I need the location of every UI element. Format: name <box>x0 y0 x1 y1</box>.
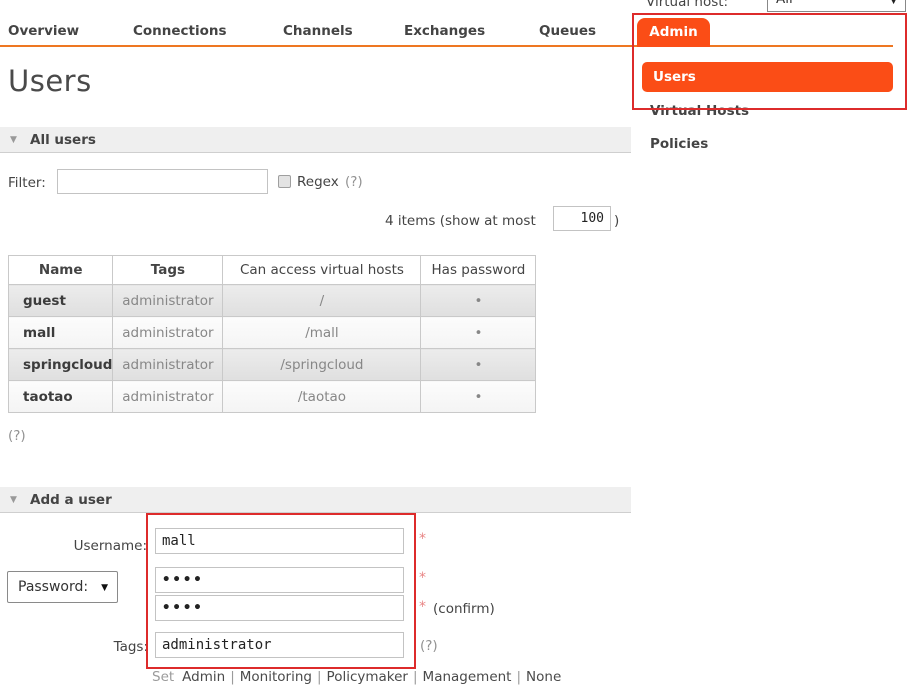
has-password-dot: • <box>421 381 536 413</box>
collapse-triangle-icon: ▼ <box>10 135 17 145</box>
col-header-vhosts: Can access virtual hosts <box>223 256 421 285</box>
regex-label: Regex <box>297 174 339 190</box>
sidebar-item-users-active[interactable]: Users <box>642 62 893 92</box>
page-title: Users <box>8 64 92 98</box>
table-row: guest administrator / • <box>9 285 536 317</box>
user-name-link[interactable]: springcloud <box>9 349 113 381</box>
items-count-close-paren: ) <box>614 213 619 229</box>
user-tags: administrator <box>113 317 223 349</box>
nav-tab-admin-active[interactable]: Admin <box>637 18 710 47</box>
nav-tab-queues[interactable]: Queues <box>539 23 596 39</box>
has-password-dot: • <box>421 317 536 349</box>
separator: | <box>312 669 327 685</box>
required-marker: * <box>419 599 426 615</box>
sidebar-item-policies[interactable]: Policies <box>650 136 708 152</box>
required-marker: * <box>419 531 426 547</box>
collapse-triangle-icon: ▼ <box>10 495 17 505</box>
section-all-users-title: All users <box>30 127 96 153</box>
password-select-value: Password: <box>18 572 88 603</box>
tag-link-none[interactable]: None <box>526 669 561 685</box>
tag-shortcuts-row: SetAdmin|Monitoring|Policymaker|Manageme… <box>152 669 561 685</box>
password-type-select[interactable]: Password: ▼ <box>7 571 118 603</box>
nav-underline <box>0 45 893 47</box>
user-vhosts: / <box>223 285 421 317</box>
table-header-row: Name Tags Can access virtual hosts Has p… <box>9 256 536 285</box>
virtual-host-value: All <box>776 0 793 7</box>
username-label: Username: <box>60 538 147 554</box>
items-count-text: 4 items (show at most <box>385 213 536 229</box>
col-header-has-password: Has password <box>421 256 536 285</box>
password-input[interactable] <box>155 567 404 593</box>
virtual-host-select[interactable]: All ▼ <box>767 0 906 12</box>
section-all-users[interactable]: ▼ All users <box>0 127 631 153</box>
regex-help-link[interactable]: (?) <box>345 174 363 190</box>
chevron-down-icon: ▼ <box>890 0 897 6</box>
tag-link-management[interactable]: Management <box>423 669 512 685</box>
separator: | <box>408 669 423 685</box>
nav-tab-channels[interactable]: Channels <box>283 23 353 39</box>
tags-help-link[interactable]: (?) <box>420 638 438 654</box>
user-tags: administrator <box>113 285 223 317</box>
separator: | <box>225 669 240 685</box>
required-marker: * <box>419 570 426 586</box>
tags-input[interactable] <box>155 632 404 658</box>
tags-label: Tags: <box>90 639 148 655</box>
table-row: mall administrator /mall • <box>9 317 536 349</box>
sidebar-item-virtual-hosts[interactable]: Virtual Hosts <box>650 103 749 119</box>
user-name-link[interactable]: mall <box>9 317 113 349</box>
set-label: Set <box>152 669 174 685</box>
table-help-link[interactable]: (?) <box>8 428 26 444</box>
section-add-a-user-title: Add a user <box>30 487 112 513</box>
tag-link-policymaker[interactable]: Policymaker <box>327 669 408 685</box>
filter-label: Filter: <box>8 175 46 191</box>
separator: | <box>511 669 526 685</box>
user-name-link[interactable]: guest <box>9 285 113 317</box>
regex-checkbox[interactable] <box>278 175 291 188</box>
user-tags: administrator <box>113 381 223 413</box>
has-password-dot: • <box>421 349 536 381</box>
tag-link-monitoring[interactable]: Monitoring <box>240 669 312 685</box>
col-header-tags[interactable]: Tags <box>113 256 223 285</box>
users-table: Name Tags Can access virtual hosts Has p… <box>8 255 536 413</box>
show-at-most-input[interactable] <box>553 206 611 231</box>
user-vhosts: /mall <box>223 317 421 349</box>
user-name-link[interactable]: taotao <box>9 381 113 413</box>
tag-link-admin[interactable]: Admin <box>182 669 225 685</box>
nav-tab-overview[interactable]: Overview <box>8 23 79 39</box>
table-row: taotao administrator /taotao • <box>9 381 536 413</box>
user-vhosts: /taotao <box>223 381 421 413</box>
section-add-a-user[interactable]: ▼ Add a user <box>0 487 631 513</box>
virtual-host-label: Virtual host: <box>646 0 728 10</box>
table-row: springcloud administrator /springcloud • <box>9 349 536 381</box>
password-confirm-input[interactable] <box>155 595 404 621</box>
chevron-down-icon: ▼ <box>101 583 108 593</box>
col-header-name[interactable]: Name <box>9 256 113 285</box>
user-tags: administrator <box>113 349 223 381</box>
user-vhosts: /springcloud <box>223 349 421 381</box>
confirm-label: (confirm) <box>433 601 495 617</box>
filter-input[interactable] <box>57 169 268 194</box>
nav-tab-connections[interactable]: Connections <box>133 23 227 39</box>
nav-tab-exchanges[interactable]: Exchanges <box>404 23 485 39</box>
has-password-dot: • <box>421 285 536 317</box>
username-input[interactable] <box>155 528 404 554</box>
